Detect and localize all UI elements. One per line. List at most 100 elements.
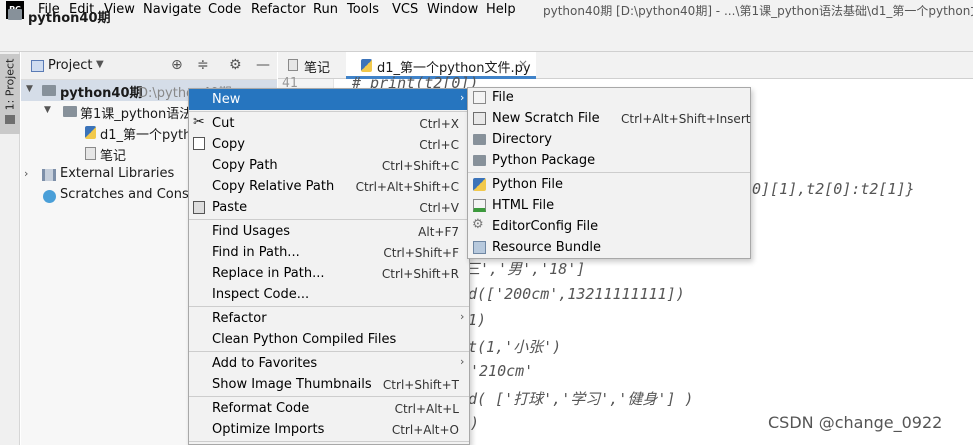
submenu-item-resource-bundle[interactable]: Resource Bundle [492, 240, 601, 255]
new-scratch-file-shortcut: Ctrl+Alt+Shift+Insert [621, 112, 751, 126]
menu-separator [189, 396, 469, 397]
project-tool-tab-label: 1: Project [3, 58, 17, 111]
breadcrumb-project[interactable]: python40期 [28, 7, 111, 26]
window-title: python40期 [D:\python40期] - ...\第1课_pytho… [543, 4, 973, 18]
chevron-down-icon[interactable]: ▼ [44, 105, 51, 115]
submenu-item-editorconfig-file[interactable]: EditorConfig File [492, 219, 598, 234]
chevron-right-icon[interactable]: › [24, 167, 28, 180]
context-menu-item-copy-path[interactable]: Copy Path [212, 158, 278, 173]
context-menu-new-label: New [212, 92, 241, 107]
gear-icon[interactable]: ⚙ [229, 57, 242, 73]
context-menu-item-find-usages[interactable]: Find Usages [212, 224, 290, 239]
folder-icon [42, 85, 56, 96]
code-line[interactable]: 1) [468, 311, 486, 329]
menu-navigate[interactable]: Navigate [143, 2, 201, 17]
locate-icon[interactable]: ⊕ [171, 57, 183, 73]
html-file-icon [473, 199, 486, 212]
package-icon [473, 155, 486, 166]
code-line[interactable]: ) [470, 414, 479, 432]
copy-shortcut: Ctrl+C [419, 138, 459, 152]
file-icon [473, 91, 486, 104]
context-menu-item-refactor[interactable]: Refactor [212, 311, 267, 326]
chevron-down-icon[interactable]: ▼ [96, 59, 104, 70]
menu-tools[interactable]: Tools [347, 2, 379, 17]
menu-separator [189, 111, 469, 112]
context-menu-item-paste[interactable]: Paste [212, 200, 247, 215]
menu-window[interactable]: Window [427, 2, 478, 17]
library-icon [42, 169, 56, 181]
submenu-item-python-package[interactable]: Python Package [492, 153, 595, 168]
resource-bundle-icon [473, 241, 486, 254]
folder-icon [5, 115, 15, 124]
tab-notes-label: 笔记 [304, 61, 331, 76]
tree-external-libraries-label: External Libraries [60, 166, 175, 181]
context-menu-item-add-to-favorites[interactable]: Add to Favorites [212, 356, 317, 371]
text-file-icon [85, 147, 96, 160]
code-line[interactable]: 0][1],t2[0]:t2[1]} [752, 180, 915, 198]
directory-icon [473, 134, 486, 145]
code-line[interactable]: '210cm' [470, 362, 533, 380]
context-menu-item-find-in-path[interactable]: Find in Path... [212, 245, 300, 260]
watermark: CSDN @change_0922 [768, 413, 943, 432]
hide-panel-icon[interactable]: — [256, 57, 270, 73]
context-menu-item-copy-relative-path[interactable]: Copy Relative Path [212, 179, 334, 194]
python-file-icon [473, 178, 486, 191]
paste-icon [193, 201, 205, 214]
menu-separator [468, 172, 750, 173]
menu-separator [189, 219, 469, 220]
show-thumbnails-shortcut: Ctrl+Shift+T [382, 378, 459, 392]
code-line[interactable]: t(1,'小张') [468, 336, 561, 357]
context-menu-item-inspect-code[interactable]: Inspect Code... [212, 287, 309, 302]
find-in-path-shortcut: Ctrl+Shift+F [383, 246, 459, 260]
menu-code[interactable]: Code [208, 2, 241, 17]
paste-shortcut: Ctrl+V [419, 201, 459, 215]
project-view-icon [31, 60, 44, 72]
copy-icon [193, 137, 205, 150]
copy-relative-path-shortcut: Ctrl+Alt+Shift+C [355, 180, 459, 194]
submenu-item-new-scratch-file[interactable]: New Scratch File [492, 111, 600, 126]
code-line[interactable]: d(['200cm',13211111111]) [468, 285, 685, 303]
menu-run[interactable]: Run [313, 2, 338, 17]
copy-path-shortcut: Ctrl+Shift+C [381, 159, 459, 173]
text-file-icon [288, 59, 298, 71]
scissors-icon: ✂ [193, 114, 205, 130]
project-folder-icon [8, 9, 22, 20]
submenu-item-html-file[interactable]: HTML File [492, 198, 554, 213]
gear-icon: ⚙ [472, 217, 484, 232]
python-file-icon [85, 126, 96, 139]
tree-root-label: python40期 [60, 86, 143, 101]
menu-vcs[interactable]: VCS [392, 2, 418, 17]
folder-icon [63, 106, 77, 117]
scratch-file-icon [473, 112, 486, 125]
replace-in-path-shortcut: Ctrl+Shift+R [381, 267, 459, 281]
menu-help[interactable]: Help [486, 2, 516, 17]
scratches-icon [43, 190, 56, 203]
context-menu-item-clean-compiled[interactable]: Clean Python Compiled Files [212, 332, 396, 347]
context-menu-item-optimize-imports[interactable]: Optimize Imports [212, 422, 324, 437]
find-usages-shortcut: Alt+F7 [418, 225, 459, 239]
submenu-item-python-file[interactable]: Python File [492, 177, 563, 192]
chevron-down-icon[interactable]: ▼ [26, 84, 33, 94]
context-menu-item-show-thumbnails[interactable]: Show Image Thumbnails [212, 377, 372, 392]
context-menu-item-cut[interactable]: Cut [212, 116, 234, 131]
chevron-right-icon: › [460, 310, 465, 323]
submenu-item-file[interactable]: File [492, 90, 514, 105]
submenu-item-directory[interactable]: Directory [492, 132, 552, 147]
menu-separator [189, 306, 469, 307]
menu-separator [189, 351, 469, 352]
menu-separator [189, 441, 469, 442]
context-menu-item-replace-in-path[interactable]: Replace in Path... [212, 266, 325, 281]
chevron-right-icon: › [460, 91, 465, 104]
close-icon[interactable]: × [518, 57, 528, 71]
context-menu-item-copy[interactable]: Copy [212, 137, 245, 152]
navigation-bar [0, 22, 973, 52]
menu-refactor[interactable]: Refactor [251, 2, 306, 17]
tree-notes-label: 笔记 [100, 149, 127, 164]
context-menu-item-reformat-code[interactable]: Reformat Code [212, 401, 309, 416]
collapse-all-icon[interactable]: ≑ [197, 57, 209, 73]
project-view-selector[interactable]: Project [48, 58, 92, 73]
optimize-imports-shortcut: Ctrl+Alt+O [391, 423, 459, 437]
code-line[interactable]: d( ['打球','学习','健身'] ) [468, 388, 693, 409]
code-line[interactable]: 张三','男','18'] [450, 258, 585, 279]
reformat-code-shortcut: Ctrl+Alt+L [394, 402, 459, 416]
